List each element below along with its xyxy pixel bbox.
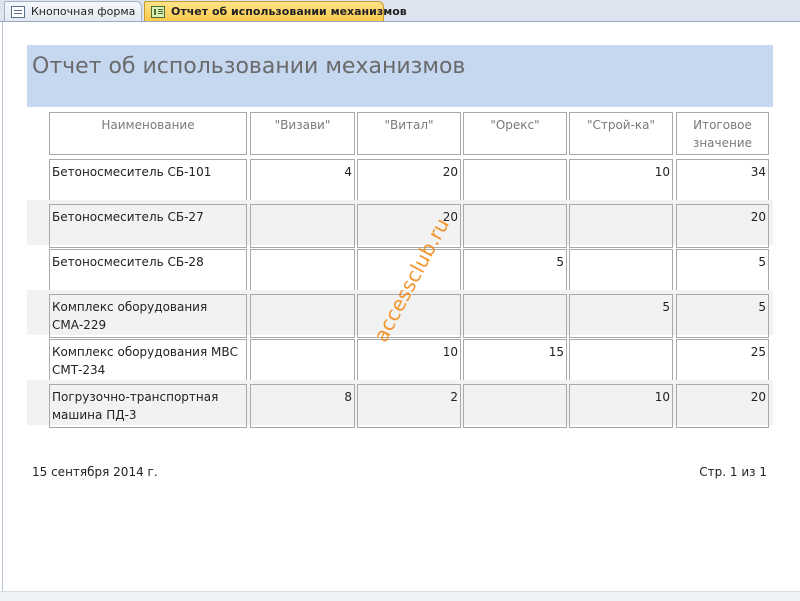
cell-stroyka: 10 xyxy=(569,159,673,203)
cell-vizavi xyxy=(250,339,355,383)
cell-vital: 2 xyxy=(357,384,461,428)
cell-oreks: 15 xyxy=(463,339,567,383)
cell-stroyka xyxy=(569,339,673,383)
form-icon xyxy=(11,5,25,18)
cell-name: Погрузочно-транспортная машина ПД-3 xyxy=(49,384,247,428)
cell-vizavi xyxy=(250,249,355,293)
report-icon xyxy=(151,5,165,18)
cell-stroyka: 5 xyxy=(569,294,673,338)
cell-vizavi: 8 xyxy=(250,384,355,428)
report-footer-page-number: Стр. 1 из 1 xyxy=(699,465,767,479)
cell-oreks: 5 xyxy=(463,249,567,293)
table-row: Бетоносмеситель СБ-101 4 20 10 34 xyxy=(27,155,773,203)
table-row: Погрузочно-транспортная машина ПД-3 8 2 … xyxy=(27,380,773,428)
column-header-name: Наименование xyxy=(49,112,247,155)
table-row: Комплекс оборудования МВС СМТ-234 10 15 … xyxy=(27,335,773,383)
cell-stroyka: 10 xyxy=(569,384,673,428)
column-header-vital: "Витал" xyxy=(357,112,461,155)
cell-total: 5 xyxy=(676,249,769,293)
column-header-total: Итоговое значение xyxy=(676,112,769,155)
cell-oreks xyxy=(463,204,567,248)
cell-total: 20 xyxy=(676,204,769,248)
tab-mechanisms-report[interactable]: Отчет об использовании механизмов xyxy=(144,1,407,21)
column-header-stroyka: "Строй-ка" xyxy=(569,112,673,155)
cell-vizavi xyxy=(250,204,355,248)
cell-vizavi xyxy=(250,294,355,338)
tab-label: Кнопочная форма xyxy=(31,5,136,18)
cell-total: 20 xyxy=(676,384,769,428)
cell-oreks xyxy=(463,294,567,338)
column-header-vizavi: "Визави" xyxy=(250,112,355,155)
cell-oreks xyxy=(463,159,567,203)
document-tab-bar: Кнопочная форма Отчет об использовании м… xyxy=(0,0,800,22)
cell-stroyka xyxy=(569,204,673,248)
cell-total: 25 xyxy=(676,339,769,383)
cell-name: Бетоносмеситель СБ-27 xyxy=(49,204,247,248)
report-title: Отчет об использовании механизмов xyxy=(32,54,466,79)
cell-name: Бетоносмеситель СБ-28 xyxy=(49,249,247,293)
report-header-band: Отчет об использовании механизмов xyxy=(27,45,773,107)
tab-label: Отчет об использовании механизмов xyxy=(171,5,407,18)
cell-total: 5 xyxy=(676,294,769,338)
cell-vizavi: 4 xyxy=(250,159,355,203)
cell-total: 34 xyxy=(676,159,769,203)
table-header-row: Наименование "Визави" "Витал" "Орекс" "С… xyxy=(27,108,773,155)
cell-name: Комплекс оборудования МВС СМТ-234 xyxy=(49,339,247,383)
tab-switchboard-form[interactable]: Кнопочная форма xyxy=(4,1,142,21)
report-table: Наименование "Визави" "Витал" "Орекс" "С… xyxy=(27,108,773,428)
cell-oreks xyxy=(463,384,567,428)
cell-name: Комплекс оборудования СМА-229 xyxy=(49,294,247,338)
cell-stroyka xyxy=(569,249,673,293)
cell-vital: 10 xyxy=(357,339,461,383)
cell-vital: 20 xyxy=(357,159,461,203)
document-left-border xyxy=(2,22,3,600)
cell-name: Бетоносмеситель СБ-101 xyxy=(49,159,247,203)
table-row: Бетоносмеситель СБ-27 20 20 xyxy=(27,200,773,248)
report-footer-date: 15 сентября 2014 г. xyxy=(32,465,158,479)
column-header-oreks: "Орекс" xyxy=(463,112,567,155)
